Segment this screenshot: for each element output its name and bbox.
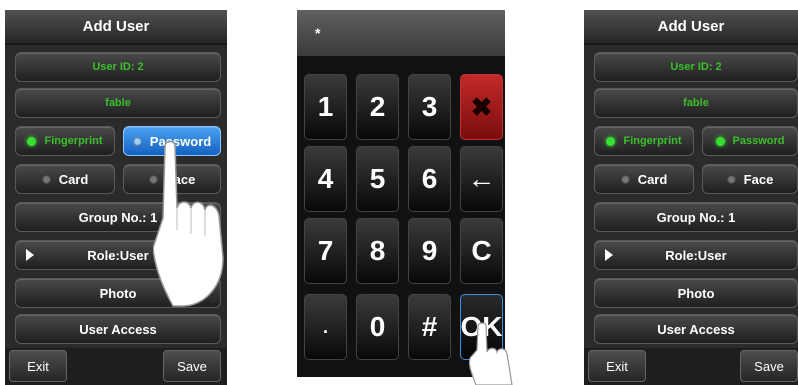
close-icon: ✖	[470, 91, 493, 122]
led-off-icon	[620, 174, 630, 184]
card-label: Card	[58, 171, 89, 187]
play-icon	[26, 249, 34, 261]
key-2[interactable]: 2	[356, 74, 399, 140]
led-icon	[132, 136, 142, 146]
add-user-screen-before: Add User User ID: 2 fable Fingerprint Pa…	[5, 10, 227, 385]
photo-button[interactable]: Photo	[594, 278, 798, 308]
save-button[interactable]: Save	[163, 350, 221, 382]
user-id-field[interactable]: User ID: 2	[594, 52, 798, 82]
play-icon	[605, 249, 613, 261]
key-1[interactable]: 1	[304, 74, 347, 140]
user-access-button[interactable]: User Access	[15, 314, 221, 344]
fingerprint-label: Fingerprint	[623, 135, 682, 147]
key-dot[interactable]: .	[304, 294, 347, 360]
role-label: Role:User	[665, 247, 727, 263]
key-3[interactable]: 3	[408, 74, 451, 140]
fingerprint-button[interactable]: Fingerprint	[594, 126, 694, 156]
led-off-icon	[41, 174, 51, 184]
key-8[interactable]: 8	[356, 218, 399, 284]
pointing-hand-icon	[468, 322, 513, 385]
key-0[interactable]: 0	[356, 294, 399, 360]
arrow-left-icon: ←	[467, 163, 496, 194]
face-label: Face	[743, 171, 774, 187]
fingerprint-label: Fingerprint	[44, 135, 103, 147]
user-id-field[interactable]: User ID: 2	[15, 52, 221, 82]
key-4[interactable]: 4	[304, 146, 347, 212]
led-off-icon	[726, 174, 736, 184]
role-button[interactable]: Role:User	[594, 240, 798, 270]
led-on-icon	[715, 136, 725, 146]
password-button[interactable]: Password	[702, 126, 798, 156]
name-field[interactable]: fable	[594, 88, 798, 118]
role-label: Role:User	[87, 247, 149, 263]
clear-key[interactable]: C	[460, 218, 503, 284]
key-5[interactable]: 5	[356, 146, 399, 212]
exit-button[interactable]: Exit	[588, 350, 646, 382]
card-label: Card	[637, 171, 668, 187]
name-field[interactable]: fable	[15, 88, 221, 118]
page-title: Add User	[584, 10, 798, 45]
password-display: *	[297, 10, 505, 56]
page-title: Add User	[5, 10, 227, 45]
key-9[interactable]: 9	[408, 218, 451, 284]
card-button[interactable]: Card	[15, 164, 115, 194]
key-6[interactable]: 6	[408, 146, 451, 212]
group-button[interactable]: Group No.: 1	[594, 202, 798, 232]
exit-button[interactable]: Exit	[9, 350, 67, 382]
pointing-hand-icon	[153, 140, 224, 307]
bottom-bar: Exit Save	[584, 348, 798, 385]
password-label: Password	[732, 135, 785, 147]
add-user-screen-after: Add User User ID: 2 fable Fingerprint Pa…	[584, 10, 798, 385]
face-button[interactable]: Face	[702, 164, 798, 194]
save-button[interactable]: Save	[740, 350, 798, 382]
delete-key[interactable]: ✖	[460, 74, 503, 140]
card-button[interactable]: Card	[594, 164, 694, 194]
fingerprint-button[interactable]: Fingerprint	[15, 126, 115, 156]
bottom-bar: Exit Save	[5, 348, 227, 385]
backspace-key[interactable]: ←	[460, 146, 503, 212]
key-hash[interactable]: #	[408, 294, 451, 360]
key-7[interactable]: 7	[304, 218, 347, 284]
led-on-icon	[27, 136, 37, 146]
user-access-button[interactable]: User Access	[594, 314, 798, 344]
led-on-icon	[606, 136, 616, 146]
